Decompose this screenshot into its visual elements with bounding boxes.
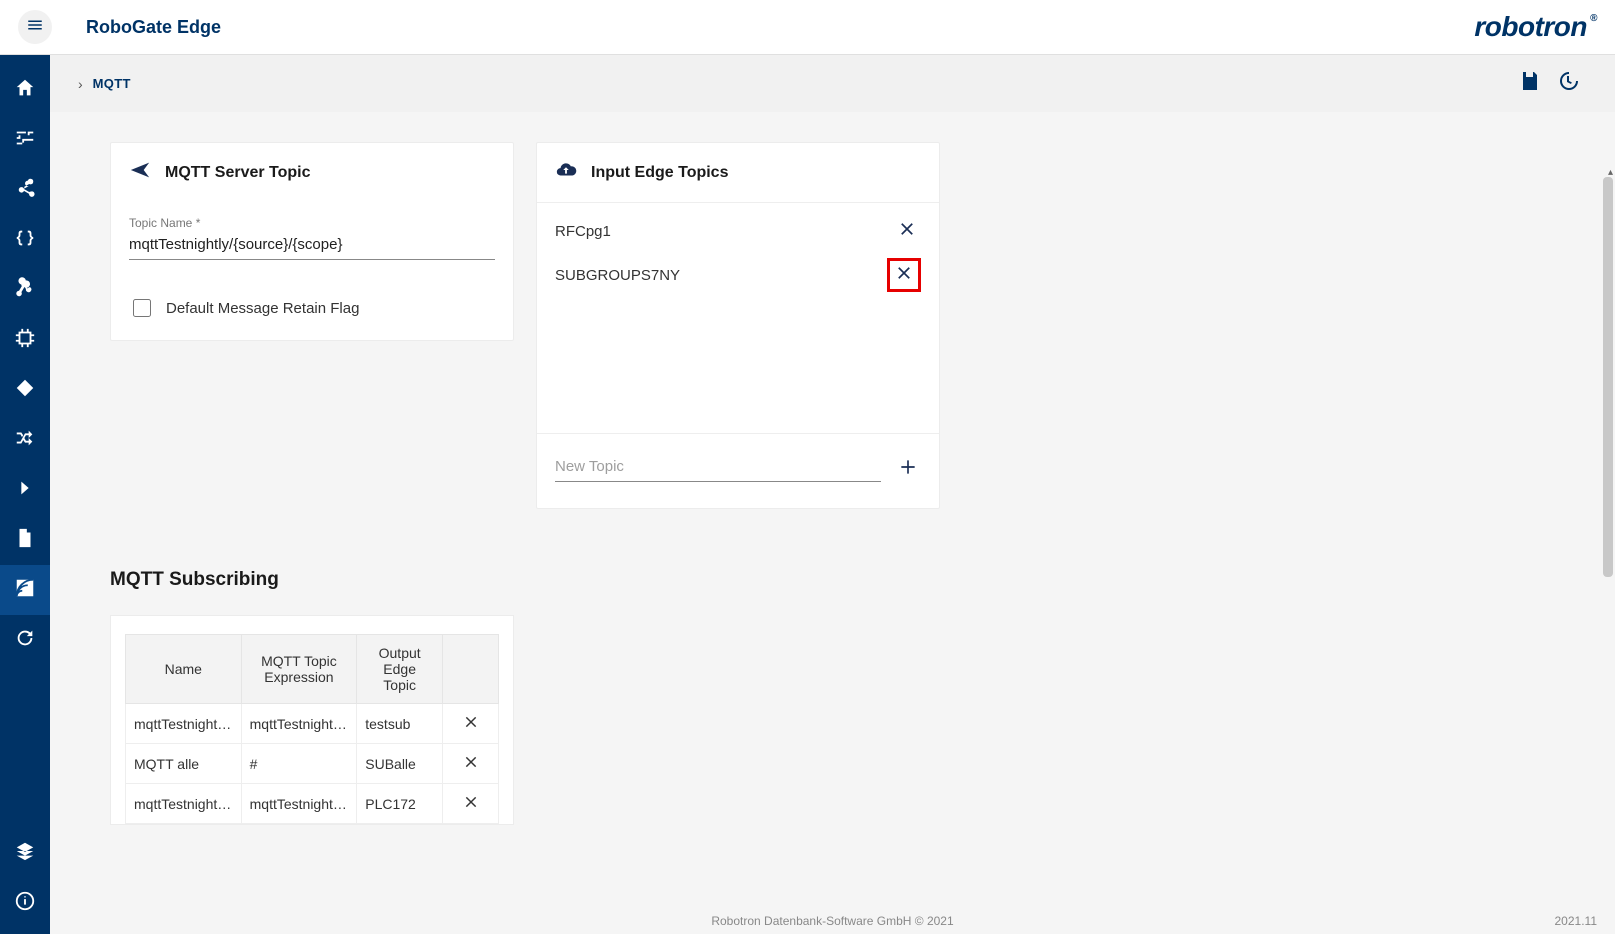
- col-name: Name: [126, 635, 242, 704]
- cell-output: SUBalle: [357, 744, 443, 784]
- brand-logo: robotron: [1474, 11, 1597, 43]
- sidebar-item-home[interactable]: [0, 65, 50, 115]
- restore-icon: [1556, 69, 1580, 98]
- cell-output: testsub: [357, 704, 443, 744]
- share-icon: [14, 177, 36, 204]
- sidebar-item-document[interactable]: [0, 515, 50, 565]
- scrollbar-thumb[interactable]: [1603, 177, 1613, 577]
- webhook-icon: [14, 277, 36, 304]
- home-icon: [14, 77, 36, 104]
- chevron-right-icon: ›: [78, 76, 83, 92]
- shuffle-icon: [14, 427, 36, 454]
- topics-list: RFCpg1 SUBGROUPS7NY: [537, 203, 939, 433]
- close-icon: [898, 220, 916, 243]
- plus-icon: [898, 457, 918, 482]
- cloud-upload-icon: [555, 159, 577, 186]
- sidebar-item-share[interactable]: [0, 165, 50, 215]
- card-title: MQTT Server Topic: [165, 164, 311, 182]
- add-topic-button[interactable]: [895, 456, 921, 482]
- col-actions: [443, 635, 499, 704]
- sidebar-item-layers[interactable]: [0, 828, 50, 878]
- subscribing-table: Name MQTT Topic Expression Output Edge T…: [125, 634, 499, 824]
- layers-icon: [14, 840, 36, 867]
- col-output: Output Edge Topic: [357, 635, 443, 704]
- sidebar-item-tune[interactable]: [0, 115, 50, 165]
- waves-icon: [14, 577, 36, 604]
- chevron-right-icon: [14, 477, 36, 504]
- cell-output: PLC172: [357, 784, 443, 824]
- topic-name: RFCpg1: [555, 223, 611, 240]
- card-mqtt-server-topic: MQTT Server Topic Topic Name * Default M…: [110, 142, 514, 341]
- col-expr: MQTT Topic Expression: [241, 635, 357, 704]
- breadcrumb-bar: › MQTT: [50, 55, 1615, 112]
- delete-row-button[interactable]: [443, 784, 499, 824]
- cell-name: mqttTestnightly/PL: [126, 784, 242, 824]
- close-icon: [463, 717, 479, 733]
- document-icon: [14, 527, 36, 554]
- restore-button[interactable]: [1549, 65, 1587, 103]
- sidebar-item-info[interactable]: [0, 878, 50, 928]
- sidebar-item-shuffle[interactable]: [0, 415, 50, 465]
- save-button[interactable]: [1511, 65, 1549, 103]
- sidebar-item-chip[interactable]: [0, 315, 50, 365]
- card-title: Input Edge Topics: [591, 164, 728, 182]
- card-mqtt-subscribing: Name MQTT Topic Expression Output Edge T…: [110, 615, 514, 825]
- retain-flag-label[interactable]: Default Message Retain Flag: [166, 300, 359, 317]
- topic-row: RFCpg1: [555, 209, 921, 253]
- topic-name: SUBGROUPS7NY: [555, 267, 680, 284]
- sidebar-item-chevron[interactable]: [0, 465, 50, 515]
- delete-row-button[interactable]: [443, 704, 499, 744]
- close-icon: [895, 264, 913, 287]
- hamburger-icon: [26, 16, 44, 39]
- app-title: RoboGate Edge: [86, 17, 221, 38]
- sidebar-item-diamond[interactable]: [0, 365, 50, 415]
- diamond-icon: [14, 377, 36, 404]
- sidebar: [0, 55, 50, 934]
- close-icon: [463, 797, 479, 813]
- refresh-icon: [14, 627, 36, 654]
- topic-name-label: Topic Name *: [129, 216, 495, 230]
- delete-topic-button[interactable]: [887, 258, 921, 292]
- table-row[interactable]: mqttTestnightly/# mqttTestnightly/# test…: [126, 704, 499, 744]
- topic-row: SUBGROUPS7NY: [555, 253, 921, 297]
- section-title-subscribing: MQTT Subscribing: [110, 569, 1555, 591]
- sidebar-item-json[interactable]: [0, 215, 50, 265]
- sidebar-item-refresh[interactable]: [0, 615, 50, 665]
- card-input-edge-topics: Input Edge Topics RFCpg1 SUBGROUPS7NY: [536, 142, 940, 509]
- cell-expr: mqttTestnightly/PL: [241, 784, 357, 824]
- cell-expr: mqttTestnightly/#: [241, 704, 357, 744]
- new-topic-input[interactable]: [555, 454, 881, 482]
- braces-icon: [14, 227, 36, 254]
- sidebar-item-mqtt[interactable]: [0, 565, 50, 615]
- info-icon: [14, 890, 36, 917]
- send-icon: [129, 159, 151, 186]
- new-topic-area: [537, 433, 939, 508]
- cell-name: MQTT alle: [126, 744, 242, 784]
- retain-flag-checkbox[interactable]: [133, 299, 151, 317]
- table-row[interactable]: MQTT alle # SUBalle: [126, 744, 499, 784]
- main-content: MQTT Server Topic Topic Name * Default M…: [50, 112, 1615, 934]
- delete-row-button[interactable]: [443, 744, 499, 784]
- sidebar-item-webhook[interactable]: [0, 265, 50, 315]
- top-bar: RoboGate Edge robotron: [0, 0, 1615, 55]
- cpu-icon: [14, 327, 36, 354]
- topic-name-input[interactable]: [129, 232, 495, 260]
- breadcrumb-current[interactable]: MQTT: [93, 76, 131, 91]
- cell-name: mqttTestnightly/#: [126, 704, 242, 744]
- save-icon: [1518, 69, 1542, 98]
- cell-expr: #: [241, 744, 357, 784]
- delete-topic-button[interactable]: [893, 217, 921, 245]
- menu-toggle-button[interactable]: [18, 10, 52, 44]
- table-row[interactable]: mqttTestnightly/PL mqttTestnightly/PL PL…: [126, 784, 499, 824]
- close-icon: [463, 757, 479, 773]
- sliders-icon: [14, 127, 36, 154]
